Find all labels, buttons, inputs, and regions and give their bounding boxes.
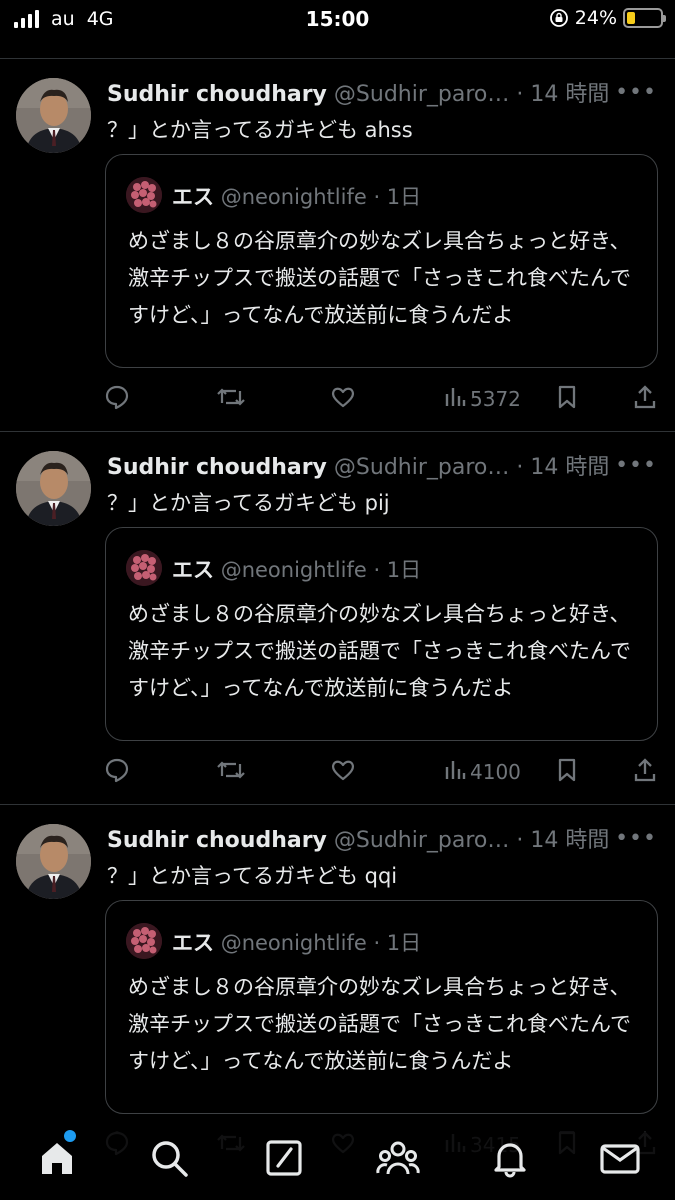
author-handle[interactable]: @Sudhir_paro…: [334, 82, 509, 107]
author-name[interactable]: Sudhir choudhary: [107, 82, 327, 107]
tweet-time[interactable]: · 14 時間: [516, 455, 609, 480]
quote-time: · 1日: [373, 185, 422, 209]
share-icon[interactable]: [633, 384, 657, 410]
quoted-tweet[interactable]: エス @neonightlife · 1日めざまし８の谷原章介の妙なズレ具合ちょ…: [105, 154, 658, 368]
bookmark-icon[interactable]: [556, 384, 578, 410]
action-bar: 5372: [0, 384, 675, 416]
views-count: 5372: [470, 386, 521, 411]
search-icon[interactable]: [147, 1136, 191, 1180]
like-icon[interactable]: [330, 757, 356, 783]
tweet-header: Sudhir choudhary @Sudhir_paro… · 14 時間: [107, 76, 617, 108]
action-bar: 4100: [0, 757, 675, 789]
quote-text: めざまし８の谷原章介の妙なズレ具合ちょっと好き、激辛チップスで搬送の話題で「さっ…: [128, 975, 631, 1073]
battery-fill: [627, 12, 635, 24]
quoted-tweet[interactable]: エス @neonightlife · 1日めざまし８の谷原章介の妙なズレ具合ちょ…: [105, 900, 658, 1114]
status-bar: au 4G 15:00 24%: [0, 0, 675, 38]
quote-time: · 1日: [373, 931, 422, 955]
reply-icon[interactable]: [104, 757, 130, 783]
quote-avatar: [126, 550, 162, 586]
quote-header: エス @neonightlife · 1日: [172, 554, 421, 584]
views-count: 4100: [470, 759, 521, 784]
home-icon[interactable]: [35, 1136, 79, 1180]
quote-avatar: [126, 923, 162, 959]
messages-icon[interactable]: [598, 1136, 642, 1180]
avatar[interactable]: [16, 451, 91, 526]
more-icon[interactable]: •••: [615, 80, 657, 105]
quote-author-handle: @neonightlife: [220, 185, 367, 209]
views-button[interactable]: 4100: [444, 757, 521, 786]
quote-text: めざまし８の谷原章介の妙なズレ具合ちょっと好き、激辛チップスで搬送の話題で「さっ…: [128, 229, 631, 327]
communities-icon[interactable]: [376, 1136, 420, 1180]
author-name[interactable]: Sudhir choudhary: [107, 828, 327, 853]
divider: [0, 431, 675, 432]
tweet-header: Sudhir choudhary @Sudhir_paro… · 14 時間: [107, 822, 617, 854]
battery-percent: 24%: [574, 7, 617, 29]
bookmark-icon[interactable]: [556, 757, 578, 783]
quote-time: · 1日: [373, 558, 422, 582]
battery-icon: [623, 8, 666, 28]
compose-icon[interactable]: [262, 1136, 306, 1180]
home-unread-dot: [64, 1130, 76, 1142]
bottom-navigation: [0, 1132, 675, 1200]
quote-author-name: エス: [172, 931, 214, 955]
retweet-icon[interactable]: [216, 384, 246, 410]
retweet-icon[interactable]: [216, 757, 246, 783]
avatar[interactable]: [16, 824, 91, 899]
divider: [0, 58, 675, 59]
author-handle[interactable]: @Sudhir_paro…: [334, 828, 509, 853]
avatar[interactable]: [16, 78, 91, 153]
quote-author-handle: @neonightlife: [220, 558, 367, 582]
tweet-text: ？」とか言ってるガキども pij: [107, 491, 390, 515]
quote-author-handle: @neonightlife: [220, 931, 367, 955]
orientation-lock-icon: [549, 9, 568, 27]
quote-author-name: エス: [172, 558, 214, 582]
quote-avatar: [126, 177, 162, 213]
divider: [0, 804, 675, 805]
tweet-time[interactable]: · 14 時間: [516, 82, 609, 107]
tweet-header: Sudhir choudhary @Sudhir_paro… · 14 時間: [107, 449, 617, 481]
more-icon[interactable]: •••: [615, 826, 657, 851]
like-icon[interactable]: [330, 384, 356, 410]
more-icon[interactable]: •••: [615, 453, 657, 478]
views-icon: [444, 757, 466, 786]
views-button[interactable]: 5372: [444, 384, 521, 413]
author-name[interactable]: Sudhir choudhary: [107, 455, 327, 480]
tweet-text: ？」とか言ってるガキども qqi: [107, 864, 398, 888]
quote-author-name: エス: [172, 185, 214, 209]
notifications-icon[interactable]: [488, 1136, 532, 1180]
quoted-tweet[interactable]: エス @neonightlife · 1日めざまし８の谷原章介の妙なズレ具合ちょ…: [105, 527, 658, 741]
quote-text: めざまし８の谷原章介の妙なズレ具合ちょっと好き、激辛チップスで搬送の話題で「さっ…: [128, 602, 631, 700]
tweet-text: ？」とか言ってるガキども ahss: [107, 118, 413, 142]
author-handle[interactable]: @Sudhir_paro…: [334, 455, 509, 480]
reply-icon[interactable]: [104, 384, 130, 410]
quote-header: エス @neonightlife · 1日: [172, 927, 421, 957]
share-icon[interactable]: [633, 757, 657, 783]
tweet-time[interactable]: · 14 時間: [516, 828, 609, 853]
views-icon: [444, 384, 466, 413]
quote-header: エス @neonightlife · 1日: [172, 181, 421, 211]
